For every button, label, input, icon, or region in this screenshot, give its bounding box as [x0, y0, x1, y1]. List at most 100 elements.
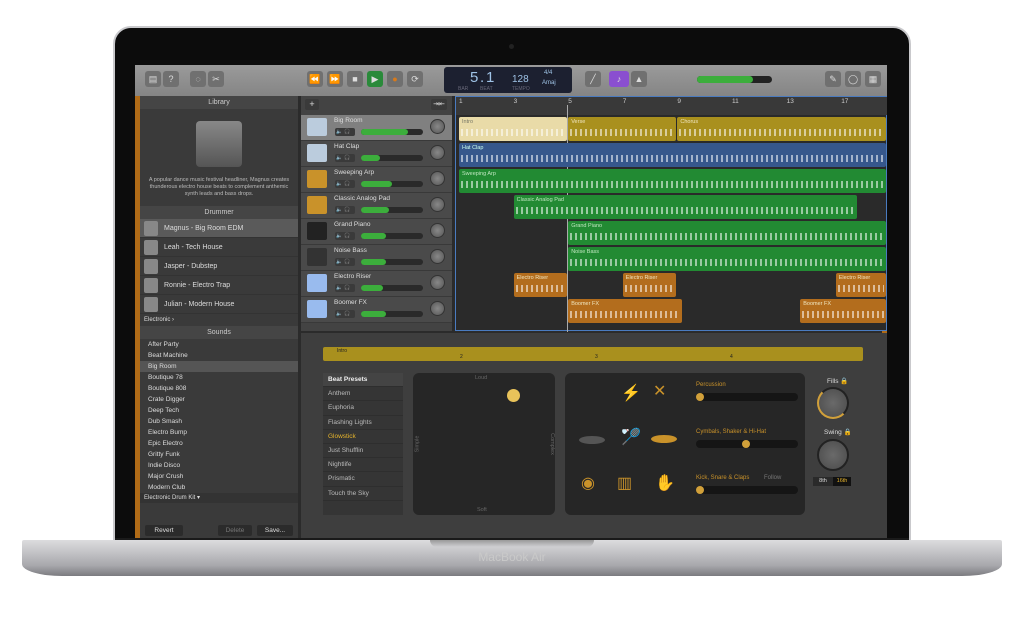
swing-knob[interactable]	[817, 439, 849, 471]
percussion-slider[interactable]	[696, 393, 798, 401]
hihat-icon[interactable]	[579, 436, 605, 444]
revert-button[interactable]: Revert	[145, 525, 183, 536]
kick-icon[interactable]: ◉	[581, 473, 595, 493]
xy-puck[interactable]	[507, 389, 520, 402]
sticks-icon[interactable]: ✕	[653, 381, 666, 401]
save-button[interactable]: Save...	[257, 525, 293, 536]
delete-button[interactable]: Delete	[218, 525, 252, 536]
region-pad[interactable]: Classic Analog Pad	[513, 195, 857, 219]
sound-item[interactable]: Beat Machine	[140, 350, 298, 361]
genre-selector[interactable]: Electronic ›	[140, 314, 298, 326]
track-header[interactable]: Grand Piano 🔈 🎧	[301, 219, 452, 245]
region-bass[interactable]: Noise Bass	[568, 247, 886, 271]
forward-button[interactable]: ⏩	[327, 71, 343, 87]
follow-checkbox[interactable]: Follow	[764, 475, 781, 481]
track-volume-slider[interactable]	[361, 259, 423, 265]
sound-item[interactable]: Deep Tech	[140, 405, 298, 416]
track-volume-slider[interactable]	[361, 207, 423, 213]
track-volume-slider[interactable]	[361, 155, 423, 161]
mute-solo-buttons[interactable]: 🔈 🎧	[335, 206, 355, 214]
pan-knob[interactable]	[430, 145, 445, 160]
mute-solo-buttons[interactable]: 🔈 🎧	[335, 154, 355, 162]
track-header[interactable]: Classic Analog Pad 🔈 🎧	[301, 193, 452, 219]
ruler[interactable]: 1 3 5 7 9 11 13 17	[456, 97, 887, 115]
editor-region-bar[interactable]: Intro 2 3 4	[323, 347, 863, 361]
stop-button[interactable]: ■	[347, 71, 363, 87]
mute-solo-buttons[interactable]: 🔈 🎧	[335, 232, 355, 240]
preset-item[interactable]: Touch the Sky	[323, 487, 403, 501]
track-header[interactable]: Hat Clap 🔈 🎧	[301, 141, 452, 167]
drummer-item[interactable]: Jasper - Dubstep	[140, 257, 298, 276]
track-header[interactable]: Big Room 🔈 🎧	[301, 115, 452, 141]
mute-solo-buttons[interactable]: 🔈 🎧	[335, 310, 355, 318]
preset-item[interactable]: Nightlife	[323, 458, 403, 473]
sounds-list[interactable]: After Party Beat Machine Big Room Boutiq…	[140, 339, 298, 493]
sound-item[interactable]: Big Room	[140, 361, 298, 372]
sound-item[interactable]: After Party	[140, 339, 298, 350]
track-header[interactable]: Noise Bass 🔈 🎧	[301, 245, 452, 271]
preset-item[interactable]: Just Shufflin	[323, 444, 403, 459]
preset-item[interactable]: Flashing Lights	[323, 416, 403, 430]
mute-solo-buttons[interactable]: 🔈 🎧	[335, 180, 355, 188]
track-volume-slider[interactable]	[361, 311, 423, 317]
region-boomer[interactable]: Boomer FX	[800, 299, 886, 323]
mute-solo-buttons[interactable]: 🔈 🎧	[335, 128, 355, 136]
sound-item[interactable]: Boutique 808	[140, 383, 298, 394]
tracks-area[interactable]: 1 3 5 7 9 11 13 17 Intro Verse Chorus Hat Clap Swee…	[455, 96, 887, 332]
editors-button[interactable]: ✂	[208, 71, 224, 87]
shaker-icon[interactable]: 🏸	[621, 427, 641, 447]
mute-solo-buttons[interactable]: 🔈 🎧	[335, 284, 355, 292]
track-header[interactable]: Sweeping Arp 🔈 🎧	[301, 167, 452, 193]
hand-clap-icon[interactable]: ✋	[655, 473, 675, 493]
region-chorus[interactable]: Chorus	[677, 117, 886, 141]
sound-item[interactable]: Major Crush	[140, 471, 298, 482]
add-track-button[interactable]: +	[305, 99, 319, 110]
sound-item[interactable]: Crate Digger	[140, 394, 298, 405]
track-volume-slider[interactable]	[361, 129, 423, 135]
loop-browser-button[interactable]: ◯	[845, 71, 861, 87]
sound-item[interactable]: Gritty Funk	[140, 449, 298, 460]
cymbal-icon[interactable]	[651, 435, 677, 443]
count-in-button[interactable]: ♪	[609, 71, 629, 87]
sound-item[interactable]: Boutique 78	[140, 372, 298, 383]
sound-item[interactable]: Electro Bump	[140, 427, 298, 438]
preset-item[interactable]: Anthem	[323, 387, 403, 402]
swing-8th-button[interactable]: 8th	[813, 477, 833, 486]
note-pad-button[interactable]: ✎	[825, 71, 841, 87]
tuner-button[interactable]: ╱	[585, 71, 601, 87]
preset-item[interactable]: Euphoria	[323, 401, 403, 416]
pan-knob[interactable]	[430, 119, 445, 134]
track-header[interactable]: Electro Riser 🔈 🎧	[301, 271, 452, 297]
drummer-item[interactable]: Julian - Modern House	[140, 295, 298, 314]
region-boomer[interactable]: Boomer FX	[568, 299, 682, 323]
region-arp[interactable]: Sweeping Arp	[459, 169, 886, 193]
smart-tempo-button[interactable]: ⇥⇤	[431, 99, 447, 110]
region-riser[interactable]: Electro Riser	[513, 273, 568, 297]
region-riser[interactable]: Electro Riser	[835, 273, 886, 297]
master-volume-slider[interactable]	[697, 76, 772, 83]
track-volume-slider[interactable]	[361, 181, 423, 187]
help-button[interactable]: ?	[163, 71, 179, 87]
preset-item[interactable]: Prismatic	[323, 472, 403, 487]
lcd-display[interactable]: 5 . 1 BAR BEAT 128 TEMPO 4/4 Amaj	[444, 67, 572, 93]
pan-knob[interactable]	[430, 223, 445, 238]
track-header[interactable]: Boomer FX 🔈 🎧	[301, 297, 452, 323]
track-volume-slider[interactable]	[361, 233, 423, 239]
region-verse[interactable]: Verse	[568, 117, 677, 141]
preset-item[interactable]: Glowstick	[323, 430, 403, 444]
track-volume-slider[interactable]	[361, 285, 423, 291]
cymbals-slider[interactable]	[696, 440, 798, 448]
metronome-icon[interactable]: ▲	[631, 71, 647, 87]
smart-controls-button[interactable]: ◌	[190, 71, 206, 87]
play-button[interactable]: ▶	[367, 71, 383, 87]
media-browser-button[interactable]: ▦	[865, 71, 881, 87]
pan-knob[interactable]	[430, 197, 445, 212]
drummer-item[interactable]: Magnus - Big Room EDM	[140, 219, 298, 238]
sound-item[interactable]: Indie Disco	[140, 460, 298, 471]
sound-item[interactable]: Dub Smash	[140, 416, 298, 427]
pan-knob[interactable]	[430, 275, 445, 290]
mute-solo-buttons[interactable]: 🔈 🎧	[335, 258, 355, 266]
kick-slider[interactable]	[696, 486, 798, 494]
snare-icon[interactable]: ▥	[617, 473, 632, 493]
region-hat[interactable]: Hat Clap	[459, 143, 886, 167]
